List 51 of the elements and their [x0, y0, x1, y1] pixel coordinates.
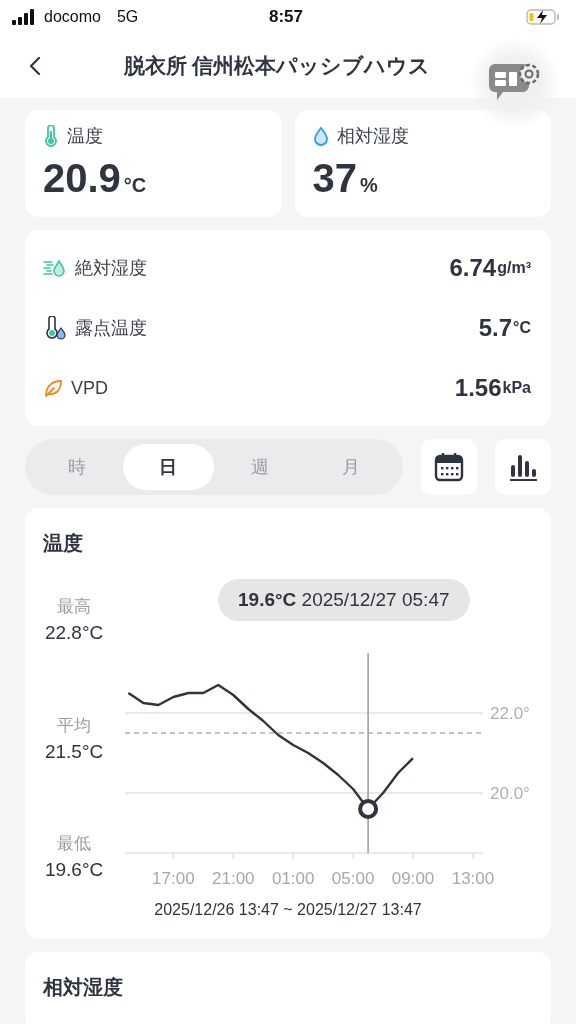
reading-unit: %: [360, 174, 378, 197]
leaf-icon: [43, 378, 63, 398]
metric-unit: kPa: [502, 379, 531, 397]
x-tick-label: 13:00: [451, 869, 495, 888]
metric-label: 露点温度: [75, 317, 147, 340]
metric-label: 絶対湿度: [75, 257, 147, 280]
reading-unit: °C: [123, 174, 147, 197]
stat-label: 平均: [57, 714, 92, 737]
metric-value: 1.56: [454, 374, 502, 402]
thermometer-drop-icon: [43, 316, 67, 340]
chart-title: 相対湿度: [43, 976, 123, 998]
stat-value: 22.8°C: [44, 622, 104, 644]
y-tick-label: 22.0°: [490, 704, 531, 723]
x-tick-label: 21:00: [212, 869, 255, 888]
period-tab[interactable]: 日: [122, 444, 214, 490]
calendar-icon: [433, 451, 465, 483]
period-tab[interactable]: 月: [305, 444, 397, 490]
period-tab[interactable]: 時: [31, 444, 123, 490]
data-point-marker: [358, 799, 379, 819]
x-tick-label: 05:00: [332, 869, 375, 888]
stat-label: 最低: [57, 833, 92, 855]
wind-drop-icon: [43, 257, 67, 279]
reading-label: 相対湿度: [336, 125, 409, 148]
stat-label: 最高: [57, 596, 92, 618]
metric-unit: g/m³: [497, 259, 531, 277]
reading-label: 温度: [67, 125, 103, 148]
chart-tooltip: 19.6°C 2025/12/27 05:47: [218, 579, 470, 621]
x-tick-label: 17:00: [152, 869, 195, 888]
water-drop-icon: [312, 126, 329, 146]
metric-value: 6.74: [449, 254, 497, 282]
page-title: 脱衣所 信州松本パッシブハウス: [122, 53, 432, 79]
stat-value: 21.5°C: [44, 740, 104, 763]
metric-value: 5.7: [478, 314, 513, 342]
x-tick-label: 09:00: [391, 869, 435, 888]
x-tick-label: 01:00: [272, 869, 315, 888]
y-tick-label: 20.0°: [490, 784, 531, 803]
reading-value: 20.9: [43, 156, 121, 201]
stat-value: 19.6°C: [44, 859, 104, 881]
date-range: 2025/12/26 13:47 ~ 2025/12/27 13:47: [153, 901, 423, 919]
bar-chart-button[interactable]: [495, 439, 551, 495]
metric-label: VPD: [71, 377, 108, 399]
metric-unit: °C: [513, 319, 531, 337]
battery-charging-icon: [526, 8, 560, 26]
carrier-name: docomo: [44, 8, 101, 26]
thermometer-icon: [43, 125, 59, 147]
network-type: 5G: [116, 8, 139, 26]
period-tab[interactable]: 週: [214, 444, 306, 490]
chart-title: 温度: [43, 531, 84, 556]
reading-value: 37: [312, 156, 357, 201]
clock-time: 8:57: [268, 7, 304, 27]
calendar-button[interactable]: [421, 439, 477, 495]
